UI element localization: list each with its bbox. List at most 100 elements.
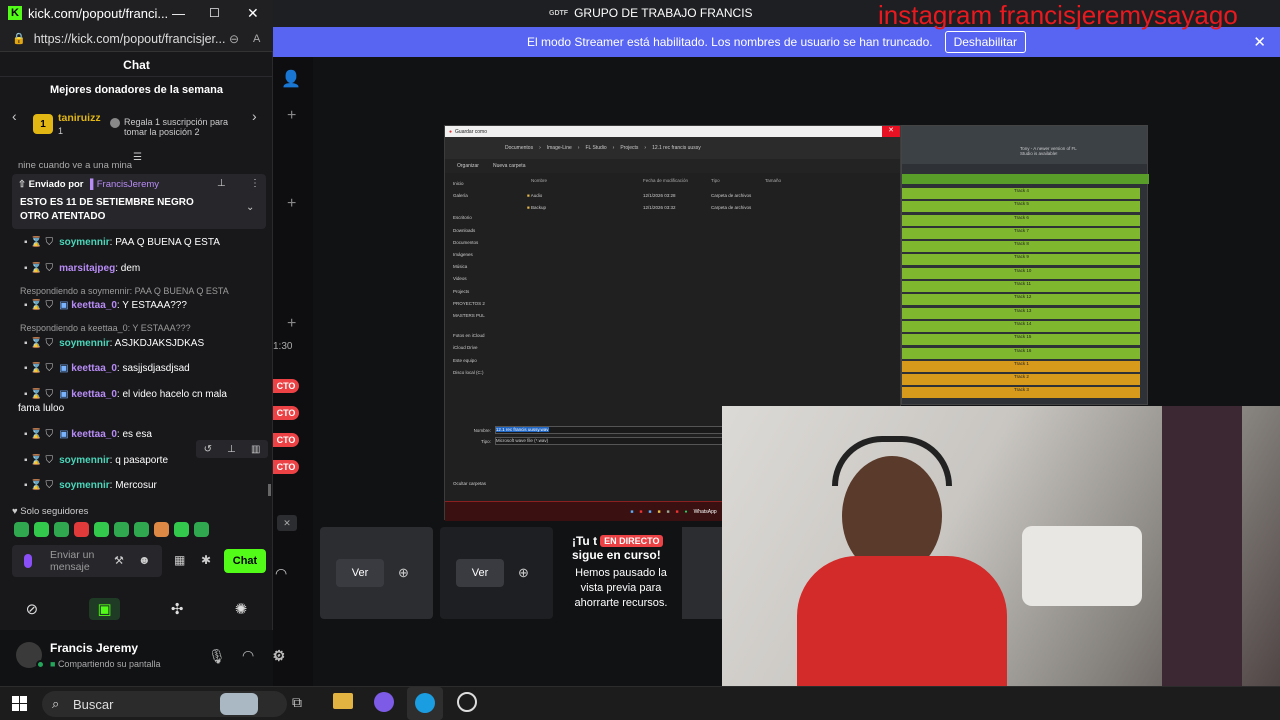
chevron-right-icon[interactable]: ›: [252, 108, 257, 124]
share-screen-icon[interactable]: ▣: [89, 598, 120, 620]
emote-icon[interactable]: [134, 522, 149, 537]
stream-tile[interactable]: Ver ⊕: [320, 527, 433, 619]
close-icon[interactable]: ✕: [1253, 33, 1266, 51]
fl-track-row[interactable]: Track 12: [902, 294, 1140, 306]
read-aloud-icon[interactable]: A: [253, 33, 260, 45]
edge-icon[interactable]: [415, 693, 435, 713]
close-icon[interactable]: ✕: [882, 126, 900, 137]
fl-track-row[interactable]: Track 15: [902, 334, 1140, 346]
pin-icon[interactable]: ⊥: [227, 444, 236, 455]
reply-icon[interactable]: ↺: [204, 444, 212, 455]
emote-icon[interactable]: [54, 522, 69, 537]
chat-message[interactable]: ▪ ⌛ ⛉ marsitajpeg: dem: [24, 263, 140, 274]
headphones-icon[interactable]: ◠: [242, 647, 254, 664]
chat-message[interactable]: ▪ ⌛ ⛉ ▣ keettaa_0: el video hacelo cn mal…: [24, 389, 227, 400]
disable-streamer-mode-button[interactable]: Deshabilitar: [944, 31, 1026, 53]
fl-track-label: Track 1: [1014, 360, 1029, 366]
view-button[interactable]: Ver: [456, 559, 504, 587]
emote-icon[interactable]: [174, 522, 189, 537]
hide-folders-toggle[interactable]: Ocultar carpetas: [453, 481, 486, 486]
chevron-left-icon[interactable]: ‹: [12, 108, 17, 124]
chat-message[interactable]: ▪ ⌛ ⛉ soymennir: PAA Q BUENA Q ESTA: [24, 237, 220, 248]
add-icon[interactable]: +: [287, 107, 296, 125]
fl-track-row[interactable]: Track 14: [902, 320, 1140, 332]
obs-icon[interactable]: [457, 692, 477, 712]
donor-name[interactable]: taniruizz: [58, 112, 101, 124]
fl-track-row[interactable]: Track 2: [902, 374, 1140, 386]
magic-icon[interactable]: ⚒: [114, 554, 124, 567]
soundboard-icon[interactable]: ✺: [235, 600, 248, 618]
active-app-tile[interactable]: [407, 687, 443, 720]
send-chat-button[interactable]: Chat: [224, 549, 266, 573]
close-icon[interactable]: ✕: [247, 5, 259, 22]
fl-track-row[interactable]: Track 5: [902, 201, 1140, 213]
view-button[interactable]: Ver: [336, 559, 384, 587]
message-input[interactable]: Enviar un mensaje ⚒ ☻: [12, 545, 162, 577]
minimize-icon[interactable]: —: [172, 6, 185, 21]
chat-message[interactable]: ▪ ⌛ ⛉ soymennir: ASJKDJAKSJDKAS: [24, 338, 204, 349]
fl-track-row[interactable]: Track 1: [902, 360, 1140, 372]
collapse-icon[interactable]: ☰: [133, 152, 142, 163]
close-icon[interactable]: ✕: [277, 515, 297, 531]
more-icon[interactable]: ⋮: [250, 178, 260, 189]
emote-bar: [14, 522, 209, 537]
fl-toolbar: Tony - A newer version of FL Studio is a…: [902, 126, 1147, 164]
fl-track-row[interactable]: Track 4: [902, 188, 1140, 199]
kick-chat-popout: K kick.com/popout/franci... — ☐ ✕ 🔒 http…: [0, 0, 286, 686]
fl-track-row[interactable]: Track 3: [902, 387, 1140, 399]
gear-icon[interactable]: ⚙: [272, 647, 285, 665]
emoji-icon[interactable]: ☻: [138, 553, 151, 567]
scrollbar[interactable]: [268, 484, 271, 496]
emote-icon[interactable]: [194, 522, 209, 537]
emote-icon[interactable]: [34, 522, 49, 537]
gift-prompt[interactable]: Regala 1 suscripción para tomar la posic…: [110, 117, 240, 137]
fl-track-row[interactable]: Track 9: [902, 254, 1140, 266]
activities-icon[interactable]: ✣: [171, 600, 184, 618]
app-icon[interactable]: [374, 692, 394, 712]
windows-start-icon[interactable]: [12, 696, 27, 711]
emote-icon[interactable]: [114, 522, 129, 537]
mic-icon[interactable]: 🎙: [208, 648, 226, 665]
chat-message[interactable]: ▪ ⌛ ⛉ ▣ keettaa_0: es esa: [24, 429, 152, 440]
fl-track-row[interactable]: Track 6: [902, 214, 1140, 226]
add-friend-icon[interactable]: 👤: [281, 69, 301, 89]
gift-icon[interactable]: ▦: [174, 553, 185, 567]
camera-off-icon[interactable]: ⊘: [26, 600, 39, 618]
list-item[interactable]: ■ Backup 12/1/2026 03:32 Carpeta de archiv…: [527, 202, 751, 214]
add-icon-3[interactable]: +: [287, 315, 296, 333]
stream-tile[interactable]: Ver ⊕: [440, 527, 553, 619]
emote-icon[interactable]: [94, 522, 109, 537]
fl-track-row[interactable]: Track 11: [902, 281, 1140, 293]
fl-track-row[interactable]: Track 7: [902, 227, 1140, 239]
task-view-icon[interactable]: ⧉: [292, 694, 302, 711]
chat-message[interactable]: ▪ ⌛ ⛉ ▣ keettaa_0: Y ESTAAA???: [24, 300, 187, 311]
maximize-icon[interactable]: ☐: [209, 6, 220, 20]
pin-icon[interactable]: ⊥: [217, 178, 226, 189]
chat-message[interactable]: ▪ ⌛ ⛉ soymennir: Mercosur: [24, 480, 157, 491]
fl-track-row[interactable]: Track 13: [902, 307, 1140, 319]
fl-track-row[interactable]: Track 16: [902, 347, 1140, 359]
fl-track-row[interactable]: Track 8: [902, 241, 1140, 253]
stream-tile[interactable]: [682, 527, 722, 619]
address-bar[interactable]: 🔒 https://kick.com/popout/francisjer... …: [0, 26, 273, 52]
emote-icon[interactable]: [14, 522, 29, 537]
gear-icon[interactable]: ✱: [201, 553, 211, 567]
emote-icon[interactable]: [154, 522, 169, 537]
list-item[interactable]: ■ Audio 12/1/2026 03:28 Carpeta de archivo…: [527, 190, 751, 202]
streamer-mode-message: El modo Streamer está habilitado. Los no…: [527, 35, 933, 49]
microphone-icon[interactable]: [24, 554, 32, 568]
url-text[interactable]: https://kick.com/popout/francisjer...: [34, 32, 226, 46]
popout-icon[interactable]: ⊕: [518, 565, 529, 581]
chat-message[interactable]: ▪ ⌛ ⛉ ▣ keettaa_0: sasjjsdjasdjsad: [24, 363, 190, 374]
chevron-down-icon[interactable]: ⌄: [246, 202, 254, 213]
emote-icon[interactable]: [74, 522, 89, 537]
fl-track-row[interactable]: Track 10: [902, 267, 1140, 279]
trash-icon[interactable]: ▥: [251, 444, 260, 455]
file-explorer-icon[interactable]: [333, 693, 353, 709]
add-icon-2[interactable]: +: [287, 195, 296, 213]
search-box[interactable]: ⌕ Buscar: [42, 691, 287, 717]
popout-icon[interactable]: ⊕: [398, 565, 409, 581]
headset-icon[interactable]: ◠: [275, 565, 287, 582]
chat-message[interactable]: ▪ ⌛ ⛉ soymennir: q pasaporte: [24, 455, 168, 466]
zoom-icon[interactable]: ⊖: [229, 32, 239, 46]
